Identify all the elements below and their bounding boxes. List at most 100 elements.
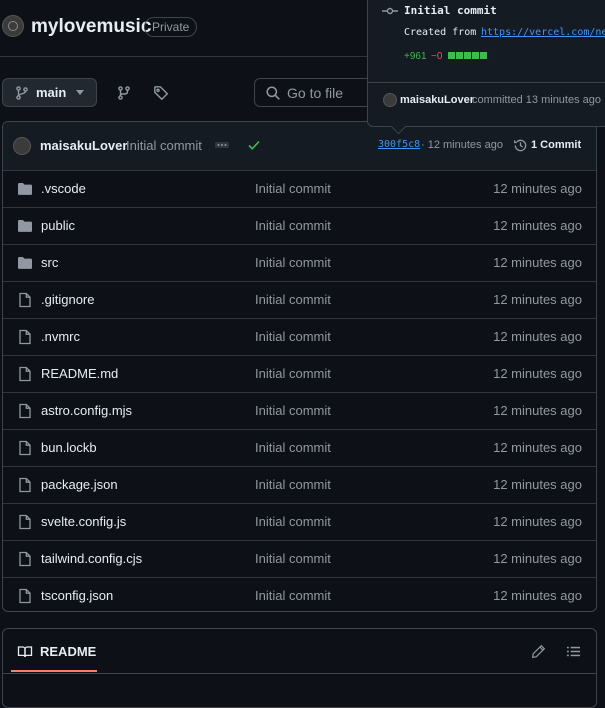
folder-icon: [17, 218, 33, 234]
file-table: maisakuLover Initial commit 300f5c8 · 12…: [2, 121, 597, 612]
readme-panel: README: [2, 628, 597, 708]
commit-time: · 12 minutes ago: [421, 139, 503, 151]
go-to-file-placeholder: Go to file: [287, 85, 344, 101]
popover-commit-title[interactable]: Initial commit: [404, 4, 497, 17]
branches-icon[interactable]: [116, 85, 132, 101]
file-row[interactable]: bun.lockb Initial commit 12 minutes ago: [3, 429, 596, 466]
file-commit-time: 12 minutes ago: [493, 255, 582, 270]
file-row[interactable]: tailwind.config.cjs Initial commit 12 minu…: [3, 540, 596, 577]
file-row[interactable]: .nvmrc Initial commit 12 minutes ago: [3, 318, 596, 355]
file-commit-time: 12 minutes ago: [493, 477, 582, 492]
pencil-icon[interactable]: [531, 644, 546, 659]
go-to-file-input[interactable]: Go to file: [254, 78, 374, 107]
readme-tab[interactable]: README: [40, 644, 96, 659]
search-icon: [265, 85, 281, 101]
popover-committed-time: committed 13 minutes ago: [472, 94, 602, 106]
commit-author[interactable]: maisakuLover: [40, 138, 127, 153]
popover-deletions: −0: [431, 51, 443, 62]
commit-message[interactable]: Initial commit: [126, 138, 202, 153]
branch-name: main: [36, 85, 67, 100]
file-name[interactable]: tsconfig.json: [41, 588, 113, 603]
file-commit-message[interactable]: Initial commit: [255, 588, 331, 603]
popover-created-prefix: Created from: [404, 27, 477, 38]
file-icon: [17, 329, 33, 345]
visibility-badge: Private: [144, 17, 198, 37]
file-row[interactable]: astro.config.mjs Initial commit 12 minutes…: [3, 392, 596, 429]
file-icon: [17, 292, 33, 308]
file-commit-message[interactable]: Initial commit: [255, 292, 331, 307]
file-commit-message[interactable]: Initial commit: [255, 181, 331, 196]
popover-author[interactable]: maisakuLover: [400, 94, 474, 106]
diffstat-bar: [448, 52, 487, 59]
history-icon[interactable]: [513, 138, 528, 153]
repo-owner-avatar[interactable]: [2, 15, 24, 37]
book-icon: [17, 644, 33, 660]
commit-count-link[interactable]: 1 Commit: [531, 139, 581, 151]
file-row[interactable]: src Initial commit 12 minutes ago: [3, 244, 596, 281]
tag-icon[interactable]: [153, 85, 169, 101]
file-icon: [17, 514, 33, 530]
file-commit-message[interactable]: Initial commit: [255, 255, 331, 270]
chevron-down-icon: [76, 90, 84, 96]
git-branch-icon: [14, 85, 30, 101]
file-name[interactable]: astro.config.mjs: [41, 403, 132, 418]
file-row[interactable]: .vscode Initial commit 12 minutes ago: [3, 170, 596, 207]
file-icon: [17, 551, 33, 567]
list-outline-icon[interactable]: [566, 644, 581, 659]
file-commit-message[interactable]: Initial commit: [255, 329, 331, 344]
file-name[interactable]: tailwind.config.cjs: [41, 551, 142, 566]
file-name[interactable]: .nvmrc: [41, 329, 80, 344]
file-commit-time: 12 minutes ago: [493, 514, 582, 529]
file-commit-message[interactable]: Initial commit: [255, 366, 331, 381]
commit-author-avatar[interactable]: [13, 137, 31, 155]
file-row[interactable]: tsconfig.json Initial commit 12 minutes ag…: [3, 577, 596, 611]
folder-icon: [17, 255, 33, 271]
file-icon: [17, 403, 33, 419]
file-name[interactable]: public: [41, 218, 75, 233]
file-commit-time: 12 minutes ago: [493, 292, 582, 307]
file-commit-message[interactable]: Initial commit: [255, 514, 331, 529]
file-name[interactable]: svelte.config.js: [41, 514, 126, 529]
file-name[interactable]: src: [41, 255, 58, 270]
file-name[interactable]: .gitignore: [41, 292, 94, 307]
branch-selector-button[interactable]: main: [2, 78, 97, 107]
file-commit-message[interactable]: Initial commit: [255, 403, 331, 418]
file-row[interactable]: .gitignore Initial commit 12 minutes ago: [3, 281, 596, 318]
file-commit-time: 12 minutes ago: [493, 440, 582, 455]
file-commit-time: 12 minutes ago: [493, 181, 582, 196]
file-commit-message[interactable]: Initial commit: [255, 440, 331, 455]
file-icon: [17, 588, 33, 604]
file-icon: [17, 440, 33, 456]
folder-icon: [17, 181, 33, 197]
readme-tab-underline: [11, 670, 97, 672]
popover-additions: +961: [404, 51, 427, 62]
commit-popover: Initial commit Created from https://verc…: [367, 0, 605, 127]
commit-hash-link[interactable]: 300f5c8: [378, 139, 420, 150]
file-commit-time: 12 minutes ago: [493, 588, 582, 603]
file-commit-time: 12 minutes ago: [493, 329, 582, 344]
file-commit-message[interactable]: Initial commit: [255, 551, 331, 566]
file-commit-message[interactable]: Initial commit: [255, 218, 331, 233]
file-row[interactable]: package.json Initial commit 12 minutes ago: [3, 466, 596, 503]
file-icon: [17, 477, 33, 493]
file-commit-message[interactable]: Initial commit: [255, 477, 331, 492]
ellipsis-icon[interactable]: [214, 137, 230, 153]
file-name[interactable]: README.md: [41, 366, 118, 381]
repo-name[interactable]: mylovemusic: [31, 16, 151, 38]
check-icon[interactable]: [247, 138, 261, 152]
popover-author-avatar[interactable]: [383, 93, 397, 107]
file-commit-time: 12 minutes ago: [493, 403, 582, 418]
file-name[interactable]: bun.lockb: [41, 440, 97, 455]
file-name[interactable]: .vscode: [41, 181, 86, 196]
popover-divider: [368, 82, 605, 83]
file-row[interactable]: svelte.config.js Initial commit 12 minutes…: [3, 503, 596, 540]
git-commit-icon: [382, 3, 398, 19]
latest-commit-bar: maisakuLover Initial commit 300f5c8 · 12…: [3, 122, 596, 171]
file-row[interactable]: public Initial commit 12 minutes ago: [3, 207, 596, 244]
file-commit-time: 12 minutes ago: [493, 551, 582, 566]
readme-header: README: [3, 629, 596, 674]
popover-created-link[interactable]: https://vercel.com/ne: [481, 27, 605, 38]
file-icon: [17, 366, 33, 382]
file-row[interactable]: README.md Initial commit 12 minutes ago: [3, 355, 596, 392]
file-name[interactable]: package.json: [41, 477, 118, 492]
